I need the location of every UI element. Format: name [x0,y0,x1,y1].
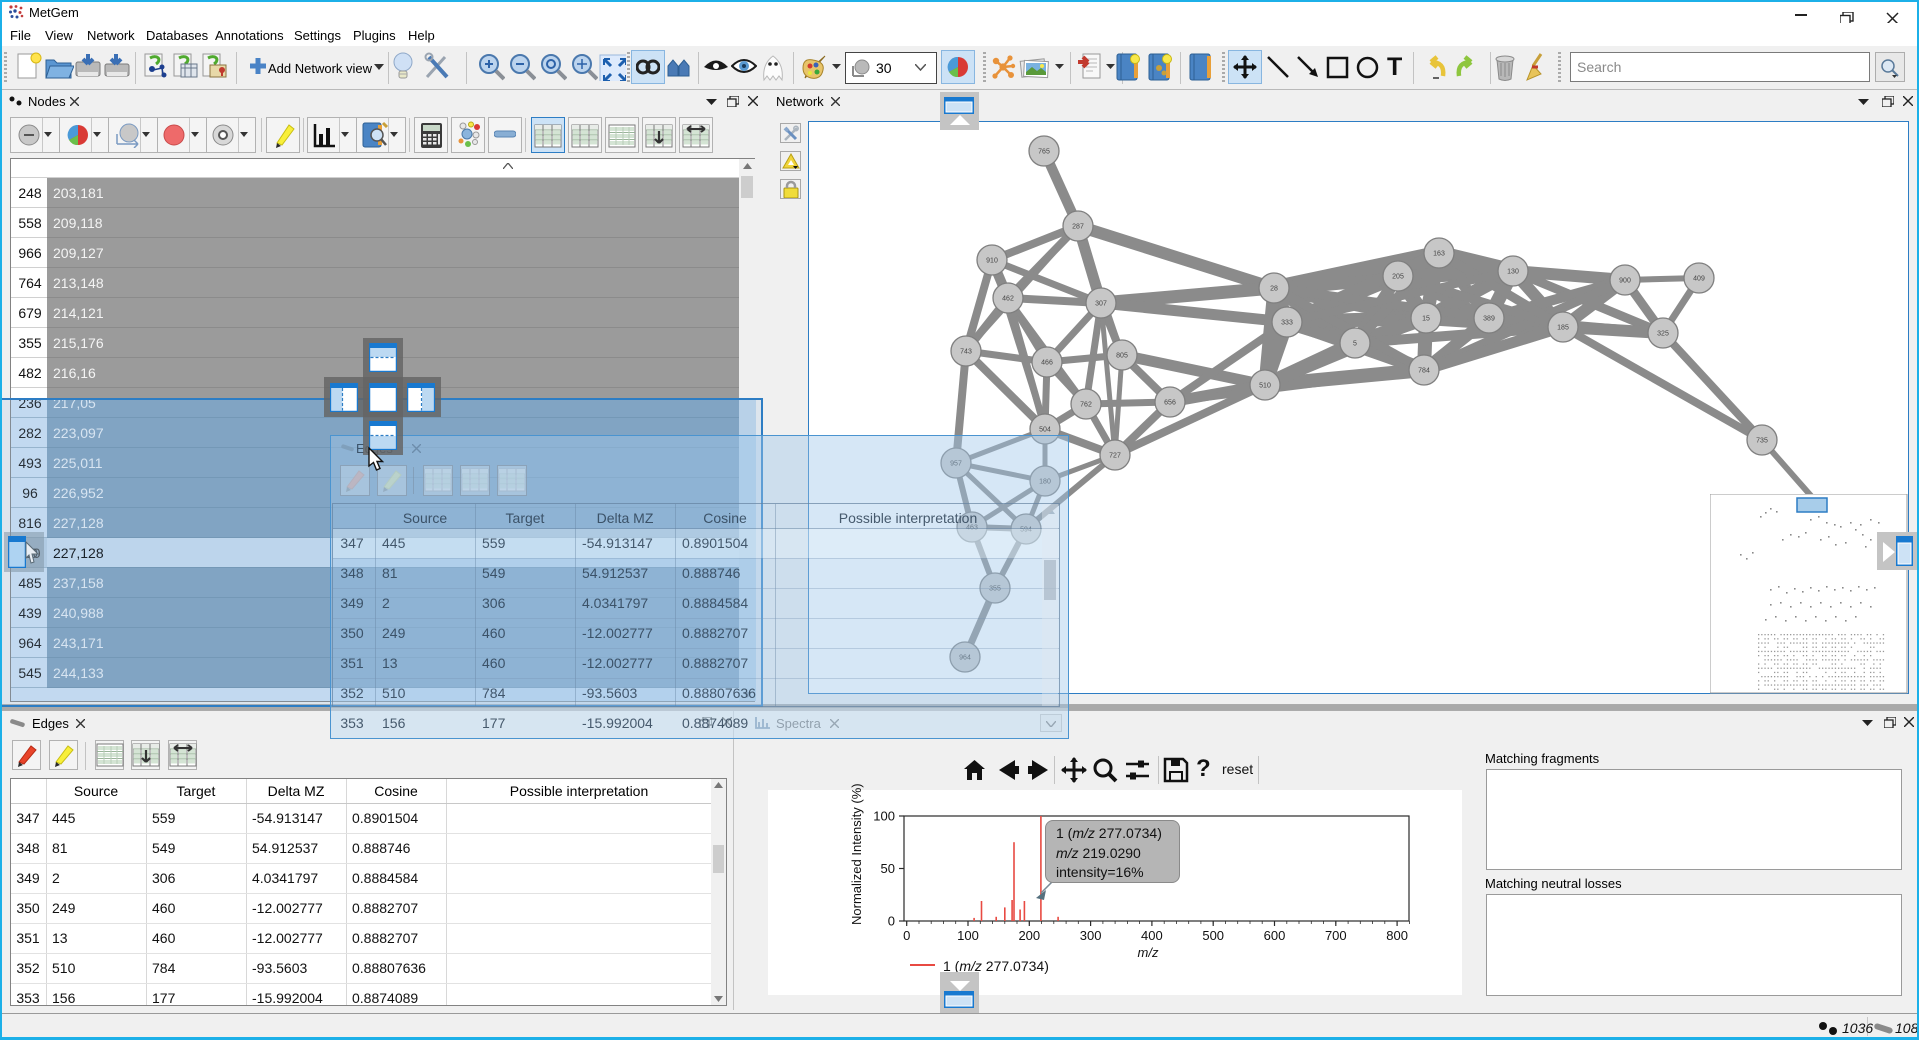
svg-text:743: 743 [960,349,972,356]
svg-text:5: 5 [1353,341,1357,348]
svg-text:28: 28 [1270,286,1278,293]
svg-text:325: 325 [1657,331,1669,338]
svg-text:466: 466 [1041,360,1053,367]
svg-text:462: 462 [1002,296,1014,303]
svg-text:130: 130 [1507,269,1519,276]
svg-text:805: 805 [1116,353,1128,360]
svg-text:784: 784 [1418,368,1430,375]
svg-text:333: 333 [1281,320,1293,327]
svg-text:500: 500 [1202,928,1224,943]
svg-text:287: 287 [1072,224,1084,231]
svg-text:205: 205 [1392,274,1404,281]
svg-text:800: 800 [1386,928,1408,943]
svg-text:185: 185 [1557,325,1569,332]
svg-text:300: 300 [1080,928,1102,943]
svg-text:656: 656 [1164,400,1176,407]
svg-text:700: 700 [1325,928,1347,943]
svg-text:735: 735 [1756,438,1768,445]
svg-text:0: 0 [888,914,895,929]
svg-text:762: 762 [1080,402,1092,409]
svg-text:409: 409 [1693,276,1705,283]
svg-text:389: 389 [1483,316,1495,323]
svg-text:100: 100 [873,809,895,824]
svg-text:100: 100 [957,928,979,943]
svg-text:900: 900 [1619,278,1631,285]
svg-text:307: 307 [1095,301,1107,308]
svg-text:510: 510 [1259,383,1271,390]
svg-text:910: 910 [986,258,998,265]
svg-text:765: 765 [1038,149,1050,156]
svg-text:400: 400 [1141,928,1163,943]
svg-text:50: 50 [881,861,895,876]
svg-text:163: 163 [1433,251,1445,258]
svg-text:727: 727 [1109,453,1121,460]
svg-text:504: 504 [1039,427,1051,434]
svg-text:0: 0 [903,928,910,943]
svg-text:m/z: m/z [1138,945,1159,960]
svg-text:200: 200 [1018,928,1040,943]
svg-text:600: 600 [1264,928,1286,943]
svg-text:15: 15 [1422,316,1430,323]
